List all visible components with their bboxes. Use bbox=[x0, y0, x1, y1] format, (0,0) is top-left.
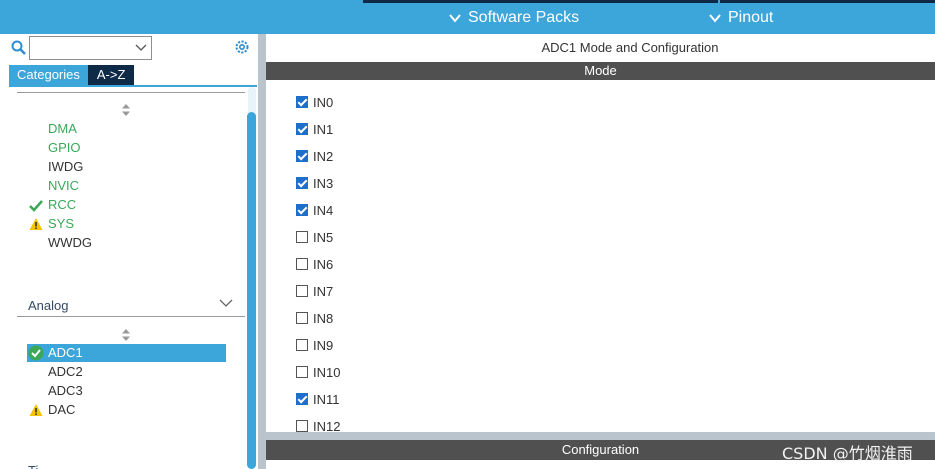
software-packs-menu[interactable]: Software Packs bbox=[448, 9, 579, 27]
checkbox[interactable] bbox=[296, 96, 308, 108]
channel-row[interactable]: IN5 bbox=[296, 228, 333, 246]
channel-label: IN7 bbox=[313, 283, 334, 299]
checkbox[interactable] bbox=[296, 366, 308, 378]
page-title: ADC1 Mode and Configuration bbox=[541, 40, 719, 55]
tree-item-adc2[interactable]: ADC2 bbox=[48, 363, 83, 381]
tree-item-adc1[interactable]: ADC1 bbox=[48, 344, 83, 362]
splitter-bar[interactable] bbox=[266, 432, 935, 440]
channel-label: IN6 bbox=[313, 256, 334, 272]
checkbox[interactable] bbox=[296, 393, 308, 405]
tab-indicator bbox=[363, 0, 718, 3]
chevron-down-icon bbox=[135, 44, 147, 51]
channel-row[interactable]: IN11 bbox=[296, 390, 340, 408]
tree-item-wwdg[interactable]: WWDG bbox=[48, 234, 92, 252]
checkbox[interactable] bbox=[296, 204, 308, 216]
warning-icon bbox=[29, 404, 43, 416]
channel-label: IN0 bbox=[313, 94, 334, 110]
software-packs-label: Software Packs bbox=[468, 9, 580, 26]
check-icon bbox=[29, 200, 43, 212]
checkbox[interactable] bbox=[296, 285, 308, 297]
separator bbox=[17, 92, 245, 93]
checkbox[interactable] bbox=[296, 150, 308, 162]
check-circle-icon bbox=[28, 345, 44, 361]
pinout-menu[interactable]: Pinout bbox=[708, 9, 773, 27]
channel-list: IN0 IN1 IN2 IN3 IN4 IN5 IN6 IN7 IN8 IN9 … bbox=[266, 90, 935, 434]
right-panel: ADC1 Mode and Configuration Mode IN0 IN1… bbox=[266, 34, 935, 469]
channel-label: IN3 bbox=[313, 175, 334, 191]
scroll-thumb[interactable] bbox=[247, 112, 256, 469]
channel-label: IN2 bbox=[313, 148, 334, 164]
tree-scrollbar[interactable] bbox=[245, 87, 258, 469]
channel-label: IN1 bbox=[313, 121, 334, 137]
view-tabs: Categories A->Z bbox=[9, 65, 135, 85]
warning-icon bbox=[29, 218, 43, 230]
channel-row[interactable]: IN1 bbox=[296, 120, 333, 138]
channel-row[interactable]: IN7 bbox=[296, 282, 333, 300]
channel-row[interactable]: IN8 bbox=[296, 309, 333, 327]
checkbox[interactable] bbox=[296, 258, 308, 270]
gear-icon[interactable] bbox=[233, 38, 251, 56]
channel-row[interactable]: IN0 bbox=[296, 93, 333, 111]
sort-icon[interactable] bbox=[121, 104, 131, 116]
pinout-label: Pinout bbox=[728, 9, 774, 26]
channel-row[interactable]: IN4 bbox=[296, 201, 333, 219]
channel-row[interactable]: IN3 bbox=[296, 174, 333, 192]
channel-label: IN8 bbox=[313, 310, 334, 326]
checkbox[interactable] bbox=[296, 312, 308, 324]
tab-categories[interactable]: Categories bbox=[9, 65, 88, 85]
tree-item-rcc[interactable]: RCC bbox=[48, 196, 76, 214]
left-panel: Categories A->Z DMA GPIO IWDG NVIC RCC S… bbox=[0, 34, 258, 469]
channel-label: IN4 bbox=[313, 202, 334, 218]
group-header-analog[interactable]: Analog bbox=[28, 298, 68, 313]
checkbox[interactable] bbox=[296, 339, 308, 351]
panel-splitter[interactable] bbox=[258, 34, 266, 469]
tree-item-dac[interactable]: DAC bbox=[48, 401, 75, 419]
channel-row[interactable]: IN2 bbox=[296, 147, 333, 165]
chevron-down-icon bbox=[709, 14, 721, 23]
sort-icon[interactable] bbox=[121, 329, 131, 341]
tab-a-to-z[interactable]: A->Z bbox=[87, 65, 135, 85]
top-menu-bar: Software Packs Pinout bbox=[0, 0, 935, 34]
checkbox[interactable] bbox=[296, 177, 308, 189]
category-tree: DMA GPIO IWDG NVIC RCC SYS WWDG Analog A… bbox=[9, 87, 245, 469]
checkbox[interactable] bbox=[296, 420, 308, 432]
tree-item-sys[interactable]: SYS bbox=[48, 215, 74, 233]
tree-item-nvic[interactable]: NVIC bbox=[48, 177, 79, 195]
tab-indicator bbox=[720, 0, 935, 3]
search-combobox[interactable] bbox=[29, 36, 152, 60]
channel-label: IN11 bbox=[313, 391, 340, 407]
tree-item-gpio[interactable]: GPIO bbox=[48, 139, 81, 157]
checkbox[interactable] bbox=[296, 231, 308, 243]
chevron-down-icon bbox=[449, 14, 461, 23]
tree-item-dma[interactable]: DMA bbox=[48, 120, 77, 138]
checkbox[interactable] bbox=[296, 123, 308, 135]
chevron-down-icon[interactable] bbox=[219, 298, 233, 308]
channel-row[interactable]: IN6 bbox=[296, 255, 333, 273]
channel-row[interactable]: IN9 bbox=[296, 336, 333, 354]
watermark-text: CSDN @竹烟淮雨 bbox=[782, 444, 913, 463]
channel-label: IN10 bbox=[313, 364, 341, 380]
channel-row[interactable]: IN10 bbox=[296, 363, 340, 381]
mode-section-header[interactable]: Mode bbox=[266, 62, 935, 80]
group-header-next[interactable]: Ti bbox=[28, 463, 38, 469]
channel-label: IN9 bbox=[313, 337, 334, 353]
search-icon[interactable] bbox=[11, 40, 27, 56]
separator bbox=[17, 316, 245, 317]
tree-item-adc3[interactable]: ADC3 bbox=[48, 382, 83, 400]
channel-label: IN5 bbox=[313, 229, 334, 245]
tree-item-iwdg[interactable]: IWDG bbox=[48, 158, 83, 176]
